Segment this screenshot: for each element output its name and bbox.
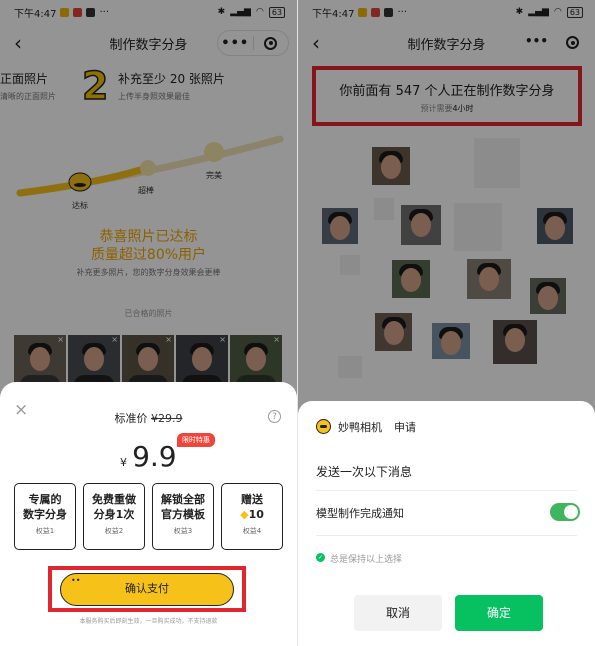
gem-icon: ◆ [240,508,249,521]
help-icon[interactable]: ? [268,410,281,423]
promo-tag: 限时特惠 [177,433,215,447]
dialog-title: 发送一次以下消息 [316,465,413,479]
payment-screen: 下午4:47 ··· ✱ ▂▄▆ ◠ 63 ‹ 制作数字分身 ••• 正面照片 … [0,0,297,646]
always-keep-option[interactable]: 总是保持以上选择 [330,552,402,565]
confirm-pay-button[interactable]: •• 确认支付 [60,573,234,606]
notification-toggle[interactable] [550,503,580,521]
divider [316,490,577,491]
payment-sheet: × 标准价 ¥29.9 ? ¥ 9.9 限时特惠 专属的 数字分身 权益1 免费… [0,382,297,646]
duck-app-icon [316,419,331,434]
confirm-pay-label: 确认支付 [125,582,169,595]
cancel-button[interactable]: 取消 [354,595,442,631]
benefits-list: 专属的 数字分身 权益1 免费重做 分身1次 权益2 解锁全部 官方模板 权益3… [14,483,283,550]
benefit-card: 解锁全部 官方模板 权益3 [152,483,214,550]
benefit-card: 免费重做 分身1次 权益2 [83,483,145,550]
original-price-label: 标准价 [114,412,148,425]
sale-price: ¥ 9.9 [120,440,177,473]
original-price: 标准价 ¥29.9 [0,410,297,426]
notification-item-label: 模型制作完成通知 [316,507,404,520]
original-price-value: ¥29.9 [151,412,183,425]
app-name: 妙鸭相机 [338,421,382,434]
divider [316,535,577,536]
currency-symbol: ¥ [120,456,127,469]
refund-disclaimer: 本服务购买后即刻生效，一旦购买成功，不支持退款 [79,618,218,625]
sale-price-value: 9.9 [132,440,177,473]
screenshot-root: 下午4:47 ··· ✱ ▂▄▆ ◠ 63 ‹ 制作数字分身 ••• 正面照片 … [0,0,595,646]
duck-eyes-icon: •• [71,576,81,585]
benefit-card: 赠送 ◆10 权益4 [221,483,283,550]
check-circle-icon[interactable]: ✓ [316,553,325,562]
subscribe-message-dialog: 妙鸭相机 申请 发送一次以下消息 模型制作完成通知 ✓ 总是保持以上选择 取消 … [298,401,595,646]
benefit-card: 专属的 数字分身 权益1 [14,483,76,550]
confirm-button[interactable]: 确定 [455,595,543,631]
queue-screen: 下午4:47 ··· ✱ ▂▄▆ ◠ 63 ‹ 制作数字分身 ••• 你前面有 … [298,0,595,646]
request-label: 申请 [394,421,416,434]
